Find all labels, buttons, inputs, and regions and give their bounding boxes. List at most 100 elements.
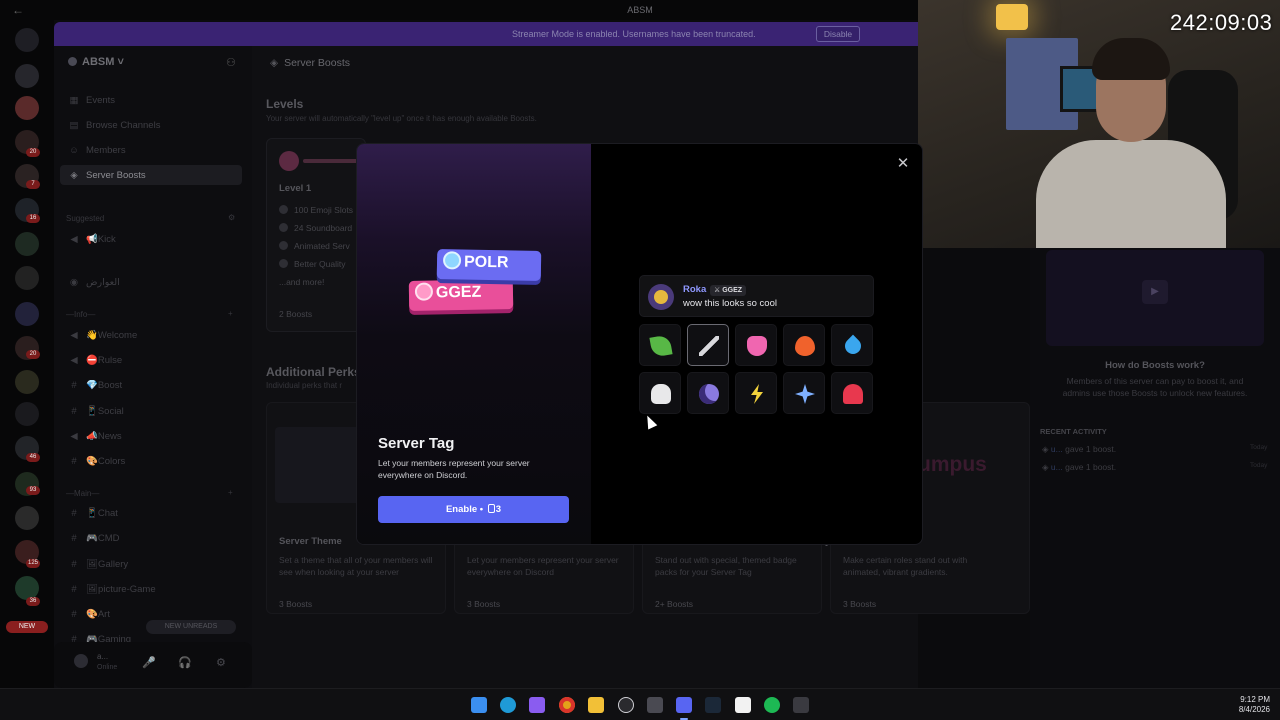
- channel-item[interactable]: # 🎨Colors: [68, 456, 125, 467]
- additional-perks-heading: Additional Perks: [266, 365, 361, 379]
- unread-badge: 20: [26, 350, 40, 359]
- stream-timer: 242:09:03: [1170, 10, 1273, 35]
- settings-icon[interactable]: ⚙: [228, 213, 235, 222]
- steam-icon[interactable]: [705, 697, 721, 713]
- modal-hero-panel: GGEZ POLR Server Tag Let your members re…: [357, 144, 591, 544]
- page-title: Server Boosts: [284, 57, 351, 69]
- channel-item[interactable]: ◉ العوارض: [68, 277, 120, 288]
- avatar[interactable]: [74, 654, 88, 668]
- preview-username: Roka: [683, 284, 707, 295]
- channel-item[interactable]: ◀ 📣News: [68, 431, 121, 442]
- disable-streamer-mode-button[interactable]: Disable: [816, 26, 860, 42]
- perk-item: Animated Serv: [279, 241, 350, 251]
- badge-grid: [639, 324, 875, 416]
- gear-icon[interactable]: ⚙: [216, 656, 226, 669]
- levels-heading: Levels: [266, 97, 304, 111]
- capcut-icon[interactable]: [735, 697, 751, 713]
- file-explorer-icon[interactable]: [588, 697, 604, 713]
- mushroom-badge-icon: [843, 384, 863, 404]
- channel-item[interactable]: ◀ ⛔Rulse: [68, 355, 122, 366]
- windows-start-icon[interactable]: [471, 697, 487, 713]
- server-icon[interactable]: [15, 506, 39, 530]
- boost-requirement: 2 Boosts: [279, 309, 313, 319]
- server-icon[interactable]: [15, 370, 39, 394]
- discord-icon[interactable]: [676, 697, 692, 720]
- level-1-card[interactable]: Level 1 100 Emoji Slots 24 Soundboard An…: [266, 138, 366, 332]
- how-boosts-work-text: Members of this server can pay to boost …: [1062, 376, 1248, 398]
- new-unreads-pill[interactable]: NEW UNREADS: [146, 620, 236, 634]
- badge-option[interactable]: [687, 372, 729, 414]
- invite-user-icon[interactable]: ⚇: [226, 56, 236, 69]
- badge-option[interactable]: [735, 324, 777, 366]
- channel-item[interactable]: # 🖼picture-Game: [68, 584, 155, 595]
- play-icon[interactable]: ▶: [1142, 280, 1168, 304]
- obs-icon[interactable]: [618, 697, 634, 713]
- nav-events[interactable]: ▦ Events: [68, 95, 116, 106]
- channel-item[interactable]: # 📱Social: [68, 406, 123, 417]
- nav-browse-channels[interactable]: ▤ Browse Channels: [68, 120, 161, 131]
- channel-item[interactable]: ◀ 📢Kick: [68, 234, 115, 245]
- main-category[interactable]: —Main— +: [66, 488, 233, 498]
- boost-gem-icon: [487, 504, 495, 513]
- edge-icon[interactable]: [500, 697, 516, 713]
- discord-home-icon[interactable]: [15, 28, 39, 52]
- moon-badge-icon: [699, 384, 719, 404]
- perk-card-description: Make certain roles stand out with animat…: [843, 555, 968, 577]
- server-icon[interactable]: [15, 266, 39, 290]
- server-icon[interactable]: [15, 402, 39, 426]
- close-icon[interactable]: ✕: [895, 156, 911, 172]
- badge-option[interactable]: [639, 324, 681, 366]
- add-channel-icon[interactable]: +: [228, 488, 233, 497]
- hash-icon: #: [71, 406, 77, 417]
- flame-badge-icon: [795, 336, 815, 356]
- server-rail: 20 7 16 20 46 93 125 36 NEW: [0, 20, 54, 688]
- nav-members[interactable]: ☺ Members: [68, 145, 125, 156]
- server-tag-modal: GGEZ POLR Server Tag Let your members re…: [356, 143, 923, 545]
- microphone-icon[interactable]: 🎤: [142, 656, 156, 669]
- badge-option[interactable]: [831, 372, 873, 414]
- badge-option[interactable]: [783, 372, 825, 414]
- channel-item[interactable]: # 🖼Gallery: [68, 559, 128, 570]
- server-icon[interactable]: [15, 96, 39, 120]
- badge-option-selected[interactable]: [687, 324, 729, 366]
- add-channel-icon[interactable]: +: [228, 309, 233, 318]
- server-name-button[interactable]: ABSM ˅: [68, 56, 124, 68]
- channel-item[interactable]: # 💎Boost: [68, 380, 122, 391]
- spotify-icon[interactable]: [764, 697, 780, 713]
- system-clock[interactable]: 9:12 PM 8/4/2026: [1210, 695, 1270, 715]
- hash-icon: #: [71, 584, 77, 595]
- skull-badge-icon: [651, 384, 671, 404]
- server-icon[interactable]: [15, 302, 39, 326]
- unread-badge: 46: [26, 453, 40, 462]
- preview-message: wow this looks so cool: [683, 298, 777, 309]
- user-panel: a... Online 🎤 🎧 ⚙: [54, 642, 252, 688]
- badge-option[interactable]: [735, 372, 777, 414]
- channel-item[interactable]: # 🎨Art: [68, 609, 110, 620]
- badge-option[interactable]: [831, 324, 873, 366]
- badge-option[interactable]: [639, 372, 681, 414]
- server-icon[interactable]: [15, 64, 39, 88]
- promo-video[interactable]: ▶: [1046, 250, 1264, 346]
- unread-badge: 36: [26, 597, 40, 606]
- nav-server-boosts[interactable]: ◈ Server Boosts: [60, 165, 242, 185]
- enable-button[interactable]: Enable • 3: [378, 496, 569, 523]
- badge-option[interactable]: [783, 324, 825, 366]
- copilot-icon[interactable]: [529, 697, 545, 713]
- megaphone-icon: ◀: [70, 330, 78, 341]
- headphones-icon[interactable]: 🎧: [178, 656, 192, 669]
- page-header: ◈ Server Boosts: [270, 57, 350, 69]
- channel-item[interactable]: # 📱Chat: [68, 508, 118, 519]
- server-icon[interactable]: [15, 232, 39, 256]
- soundboard-icon: [279, 223, 288, 232]
- user-status: Online: [97, 664, 118, 671]
- perk-card-description: Let your members represent your server e…: [467, 555, 619, 577]
- tag-pill-ggez: GGEZ: [408, 279, 514, 311]
- info-category[interactable]: —Info— +: [66, 309, 233, 319]
- perk-card-boosts: 3 Boosts: [843, 599, 877, 609]
- capture-icon[interactable]: [793, 697, 809, 713]
- sparkle-badge-icon: [795, 384, 815, 404]
- channel-item[interactable]: ◀ 👋Welcome: [68, 330, 137, 341]
- calculator-icon[interactable]: [647, 697, 663, 713]
- chrome-icon[interactable]: [559, 697, 575, 713]
- channel-item[interactable]: # 🎮CMD: [68, 533, 119, 544]
